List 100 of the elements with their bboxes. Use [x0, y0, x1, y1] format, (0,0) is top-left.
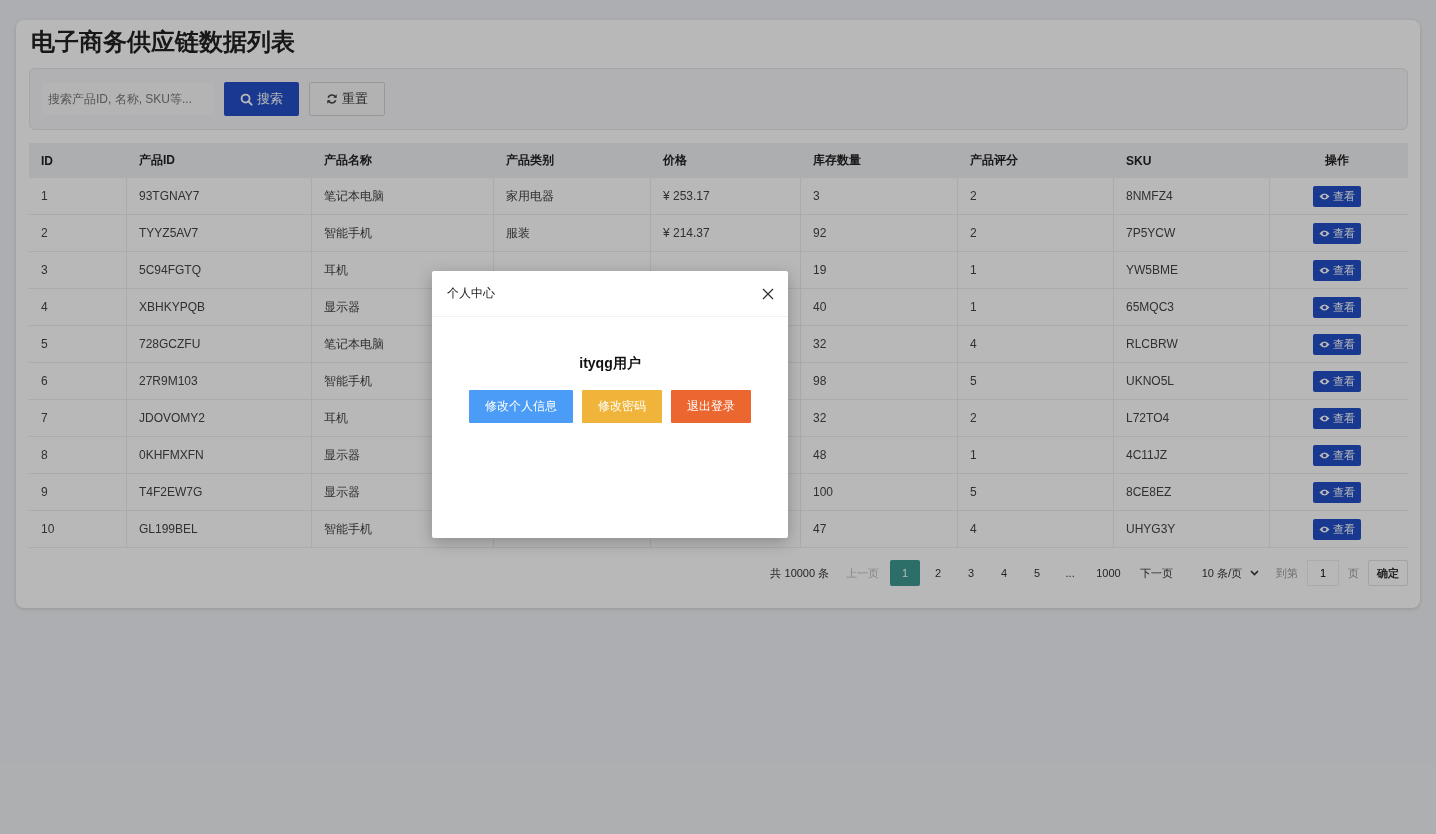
table-cell: 耳机	[324, 261, 348, 279]
table-cell: 5	[41, 337, 48, 351]
table-cell: RLCBRW	[1126, 337, 1178, 351]
column-header: 产品类别	[505, 152, 555, 169]
table-cell: 10	[41, 522, 55, 536]
view-button[interactable]: 查看	[1313, 444, 1361, 466]
table-cell: 9	[41, 485, 48, 499]
view-button[interactable]: 查看	[1313, 370, 1361, 392]
view-button[interactable]: 查看	[1313, 296, 1361, 318]
table-cell: UHYG3Y	[1126, 522, 1176, 536]
view-button[interactable]: 查看	[1313, 185, 1361, 207]
eye-icon	[1319, 228, 1330, 238]
table-cell: 4	[970, 337, 977, 351]
table-cell: 27R9M103	[139, 374, 198, 388]
table-cell: 32	[813, 411, 827, 425]
table-cell: 40	[813, 300, 827, 314]
reset-button[interactable]: 重置	[309, 82, 385, 116]
modal-title: 个人中心	[447, 285, 495, 302]
view-button[interactable]: 查看	[1313, 407, 1361, 429]
chevron-down-icon	[1250, 570, 1259, 576]
table-cell: 智能手机	[324, 520, 372, 538]
table-cell: 8CE8EZ	[1126, 485, 1172, 499]
table-cell: 7	[41, 411, 48, 425]
user-name: ityqg用户	[579, 355, 641, 373]
table-cell: 65MQC3	[1126, 300, 1175, 314]
column-header: SKU	[1125, 152, 1153, 170]
eye-icon	[1319, 524, 1330, 534]
table-cell: UKNO5L	[1126, 374, 1175, 388]
table-cell: 智能手机	[324, 372, 372, 390]
table-cell: 6	[41, 374, 48, 388]
refresh-icon	[326, 93, 338, 105]
table-cell: 1	[970, 263, 977, 277]
table-cell: L72TO4	[1126, 411, 1170, 425]
view-button[interactable]: 查看	[1313, 481, 1361, 503]
column-header: ID	[40, 152, 54, 170]
table-cell: 5	[970, 485, 977, 499]
table-cell: 19	[813, 263, 827, 277]
column-header: 库存数量	[812, 152, 862, 169]
eye-icon	[1319, 191, 1330, 201]
total-count: 共 10000 条	[769, 565, 831, 581]
table-cell: 3	[813, 189, 820, 203]
eye-icon	[1319, 413, 1330, 423]
table-cell: JDOVOMY2	[139, 411, 205, 425]
table-cell: 8	[41, 448, 48, 462]
table-cell: 显示器	[324, 483, 360, 501]
table-cell: 5C94FGTQ	[139, 263, 201, 277]
view-button[interactable]: 查看	[1313, 259, 1361, 281]
column-header: 操作	[1324, 152, 1350, 169]
view-button[interactable]: 查看	[1313, 333, 1361, 355]
table-cell: 显示器	[324, 298, 360, 316]
table-cell: 0KHFMXFN	[139, 448, 204, 462]
table-cell: 100	[813, 485, 834, 499]
table-cell: 98	[813, 374, 827, 388]
table-cell: 3	[41, 263, 48, 277]
table-cell: 笔记本电脑	[324, 187, 384, 205]
eye-icon	[1319, 339, 1330, 349]
action-button[interactable]: 修改个人信息	[469, 390, 573, 423]
column-header: 产品名称	[323, 152, 373, 169]
table-cell: 7P5YCW	[1126, 226, 1176, 240]
eye-icon	[1319, 376, 1330, 386]
search-button[interactable]: 搜索	[224, 82, 299, 116]
table-cell: 728GCZFU	[139, 337, 201, 351]
page-number-field[interactable]: 1	[1307, 560, 1339, 586]
table-cell: 93TGNAY7	[139, 189, 200, 203]
eye-icon	[1319, 450, 1330, 460]
page-title: 电子商务供应链数据列表	[31, 27, 296, 57]
table-cell: 2	[970, 189, 977, 203]
table-cell: 92	[813, 226, 827, 240]
table-cell: T4F2EW7G	[139, 485, 203, 499]
table-cell: 8NMFZ4	[1126, 189, 1173, 203]
table-cell: GL199BEL	[139, 522, 198, 536]
column-header: 产品评分	[969, 152, 1019, 169]
table-cell: 2	[970, 411, 977, 425]
table-cell: YW5BME	[1126, 263, 1178, 277]
close-icon[interactable]	[762, 287, 774, 300]
table-cell: 2	[41, 226, 48, 240]
action-button[interactable]: 退出登录	[671, 390, 751, 423]
column-header: 产品ID	[138, 152, 176, 169]
column-header: 价格	[662, 152, 688, 169]
table-cell: 32	[813, 337, 827, 351]
view-button[interactable]: 查看	[1313, 518, 1361, 540]
table-cell: 笔记本电脑	[324, 335, 384, 353]
page-unit: 页	[1347, 565, 1360, 581]
table-cell: 47	[813, 522, 827, 536]
table-cell: 4C11JZ	[1126, 448, 1168, 462]
confirm-button[interactable]: 确定	[1368, 560, 1408, 586]
table-cell: 耳机	[324, 409, 348, 427]
table-cell: 4	[41, 300, 48, 314]
eye-icon	[1319, 487, 1330, 497]
search-icon	[240, 92, 253, 106]
goto-label: 到第	[1275, 565, 1299, 581]
eye-icon	[1319, 265, 1330, 275]
table-cell: 4	[970, 522, 977, 536]
table-cell: XBHKYPQB	[139, 300, 206, 314]
view-button[interactable]: 查看	[1313, 222, 1361, 244]
page-button[interactable]: 1	[890, 560, 921, 586]
table-cell: 家用电器	[506, 187, 554, 205]
table-cell: 1	[970, 448, 977, 462]
table-cell: 1	[41, 189, 48, 203]
table-cell: 2	[970, 226, 977, 240]
